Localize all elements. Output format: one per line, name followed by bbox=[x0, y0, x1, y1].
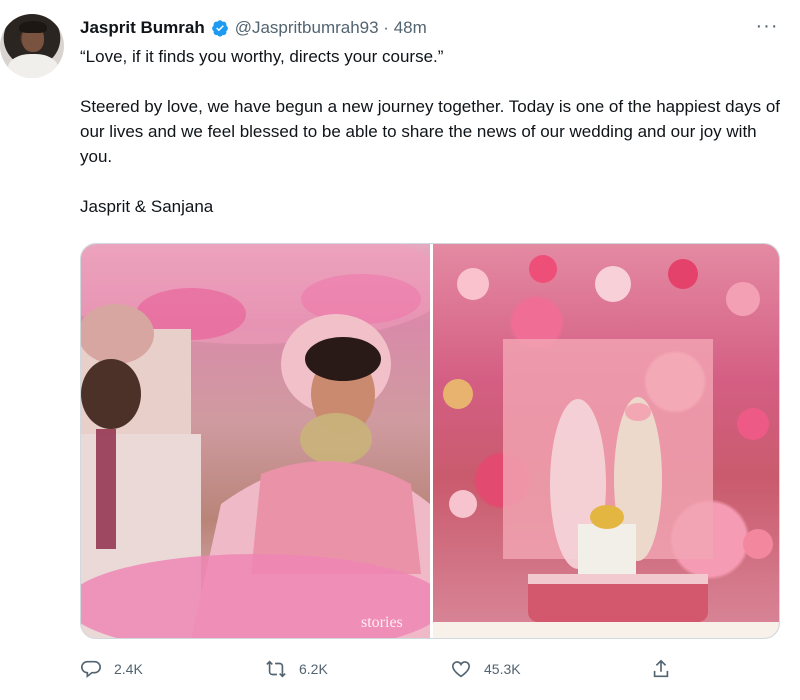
reply-button[interactable]: 2.4K bbox=[80, 652, 143, 686]
tweet[interactable]: Jasprit Bumrah @Jaspritbumrah93 · 48m ··… bbox=[0, 0, 800, 700]
tweet-header: Jasprit Bumrah @Jaspritbumrah93 · 48m bbox=[80, 17, 427, 39]
retweet-icon bbox=[266, 660, 286, 678]
like-button[interactable]: 45.3K bbox=[450, 652, 521, 686]
svg-text:stories: stories bbox=[361, 614, 403, 631]
tweet-body: Steered by love, we have begun a new jou… bbox=[80, 97, 780, 166]
tweet-media[interactable]: stories bbox=[80, 243, 780, 639]
reply-count: 2.4K bbox=[114, 661, 143, 677]
wedding-photo-ceremony[interactable] bbox=[433, 244, 779, 638]
reply-icon bbox=[81, 660, 101, 679]
verified-icon bbox=[211, 19, 229, 37]
tweet-text: “Love, if it finds you worthy, directs y… bbox=[80, 44, 780, 219]
tweet-quote: “Love, if it finds you worthy, directs y… bbox=[80, 47, 444, 66]
like-count: 45.3K bbox=[484, 661, 521, 677]
tweet-signature: Jasprit & Sanjana bbox=[80, 197, 214, 216]
retweet-button[interactable]: 6.2K bbox=[265, 652, 328, 686]
wedding-photo-couple[interactable]: stories bbox=[81, 244, 430, 638]
handle-and-time[interactable]: @Jaspritbumrah93 · 48m bbox=[235, 18, 427, 38]
tweet-actions: 2.4K 6.2K 45.3K bbox=[80, 652, 700, 686]
share-icon bbox=[653, 659, 669, 678]
avatar[interactable] bbox=[0, 14, 64, 78]
author-name[interactable]: Jasprit Bumrah bbox=[80, 18, 205, 38]
avatar-hair bbox=[19, 21, 47, 33]
more-icon[interactable]: ··· bbox=[752, 14, 782, 38]
avatar-shirt bbox=[8, 54, 58, 78]
like-icon bbox=[451, 661, 471, 678]
share-button[interactable] bbox=[650, 652, 672, 686]
retweet-count: 6.2K bbox=[299, 661, 328, 677]
